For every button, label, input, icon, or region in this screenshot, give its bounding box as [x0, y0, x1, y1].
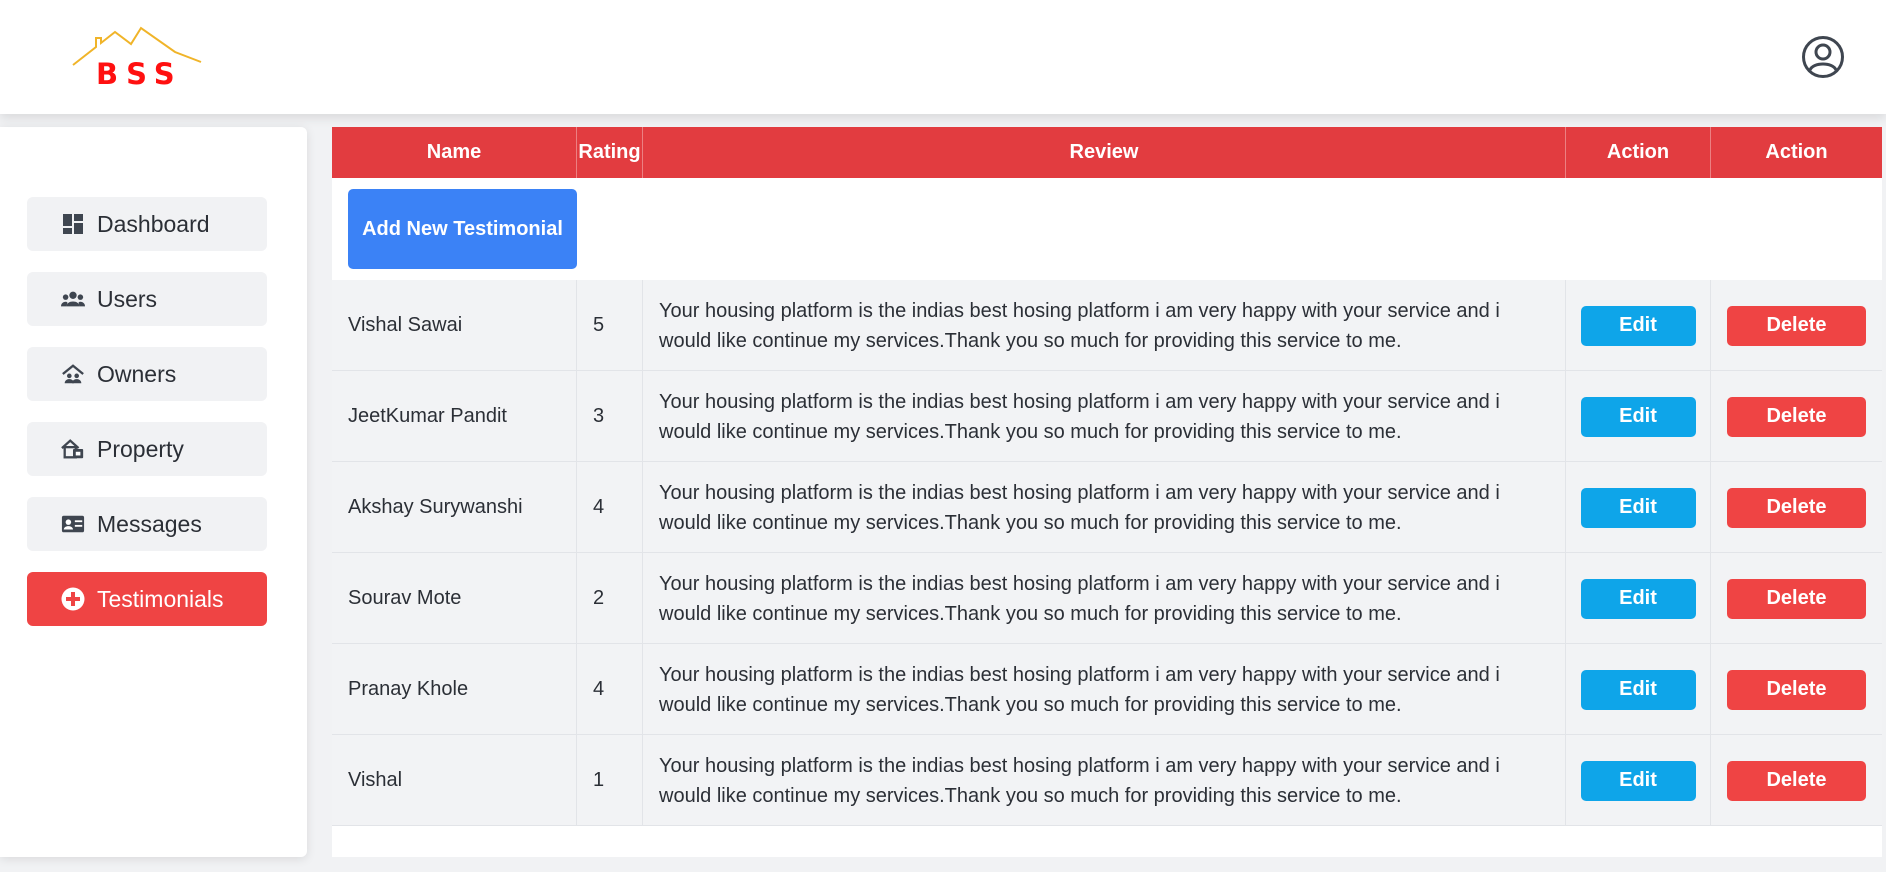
edit-button[interactable]: Edit: [1580, 305, 1696, 346]
sidebar-item-testimonials[interactable]: Testimonials: [27, 572, 267, 626]
testimonials-table: Name Rating Review Action Action Add New…: [332, 127, 1882, 857]
cell-rating: 5: [577, 280, 643, 371]
column-header-action: Action: [1566, 127, 1711, 178]
table-row: Sourav Mote 2 Your housing platform is t…: [332, 553, 1882, 644]
cell-delete: Delete: [1711, 644, 1882, 735]
sidebar-item-label: Owners: [97, 360, 177, 387]
owners-house-icon: [61, 362, 85, 386]
cell-name: Pranay Khole: [332, 644, 577, 735]
dashboard-grid-icon: [61, 212, 85, 236]
add-new-testimonial-button[interactable]: Add New Testimonial: [348, 189, 577, 269]
edit-button[interactable]: Edit: [1580, 578, 1696, 619]
sidebar-item-dashboard[interactable]: Dashboard: [27, 197, 267, 251]
cell-edit: Edit: [1566, 280, 1711, 371]
logo-text: BSS: [96, 57, 183, 91]
column-header-name: Name: [332, 127, 577, 178]
cell-rating: 4: [577, 462, 643, 553]
column-header-action: Action: [1765, 141, 1828, 163]
cell-rating: 4: [577, 644, 643, 735]
column-header-rating: Rating: [577, 127, 643, 178]
cell-name: Vishal: [332, 735, 577, 826]
property-house-icon: [61, 437, 85, 461]
table-row: Vishal Sawai 5 Your housing platform is …: [332, 280, 1882, 371]
id-card-icon: [61, 512, 85, 536]
cell-review: Your housing platform is the indias best…: [643, 280, 1566, 371]
cell-review: Your housing platform is the indias best…: [643, 371, 1566, 462]
plus-circle-icon: [61, 587, 85, 611]
cell-name: Akshay Surywanshi: [332, 462, 577, 553]
cell-name: Sourav Mote: [332, 553, 577, 644]
cell-rating: 2: [577, 553, 643, 644]
cell-edit: Edit: [1566, 371, 1711, 462]
cell-review: Your housing platform is the indias best…: [643, 644, 1566, 735]
cell-edit: Edit: [1566, 553, 1711, 644]
brand-logo[interactable]: BSS: [72, 26, 204, 94]
cell-review: Your housing platform is the indias best…: [643, 553, 1566, 644]
cell-edit: Edit: [1566, 735, 1711, 826]
delete-button[interactable]: Delete: [1727, 578, 1866, 619]
sidebar-item-label: Users: [97, 285, 158, 312]
cell-name: JeetKumar Pandit: [332, 371, 577, 462]
table-row: Akshay Surywanshi 4 Your housing platfor…: [332, 462, 1882, 553]
cell-delete: Delete: [1711, 280, 1882, 371]
edit-button[interactable]: Edit: [1580, 760, 1696, 801]
delete-button[interactable]: Delete: [1727, 669, 1866, 710]
delete-button[interactable]: Delete: [1727, 305, 1866, 346]
cell-delete: Delete: [1711, 371, 1882, 462]
cell-name: Vishal Sawai: [332, 280, 577, 371]
column-header-review: Review: [643, 127, 1566, 178]
cell-rating: 3: [577, 371, 643, 462]
edit-button[interactable]: Edit: [1580, 396, 1696, 437]
delete-button[interactable]: Delete: [1727, 396, 1866, 437]
sidebar-item-owners[interactable]: Owners: [27, 347, 267, 401]
table-row: Vishal 1 Your housing platform is the in…: [332, 735, 1882, 826]
cell-review: Your housing platform is the indias best…: [643, 735, 1566, 826]
cell-delete: Delete: [1711, 462, 1882, 553]
edit-button[interactable]: Edit: [1580, 669, 1696, 710]
delete-button[interactable]: Delete: [1727, 487, 1866, 528]
users-icon: [61, 287, 85, 311]
sidebar-item-users[interactable]: Users: [27, 272, 267, 326]
top-header: BSS: [0, 0, 1886, 114]
sidebar-item-messages[interactable]: Messages: [27, 497, 267, 551]
user-circle-icon[interactable]: [1801, 35, 1845, 79]
table-header: Name Rating Review Action Action: [332, 127, 1882, 178]
sidebar-item-label: Messages: [97, 510, 202, 537]
cell-delete: Delete: [1711, 553, 1882, 644]
sidebar-item-label: Testimonials: [97, 585, 224, 612]
cell-edit: Edit: [1566, 462, 1711, 553]
sidebar-item-label: Property: [97, 435, 184, 462]
sidebar-item-property[interactable]: Property: [27, 422, 267, 476]
edit-button[interactable]: Edit: [1580, 487, 1696, 528]
table-row: Pranay Khole 4 Your housing platform is …: [332, 644, 1882, 735]
cell-review: Your housing platform is the indias best…: [643, 462, 1566, 553]
cell-rating: 1: [577, 735, 643, 826]
cell-edit: Edit: [1566, 644, 1711, 735]
delete-button[interactable]: Delete: [1727, 760, 1866, 801]
cell-delete: Delete: [1711, 735, 1882, 826]
sidebar-item-label: Dashboard: [97, 210, 210, 237]
table-row: JeetKumar Pandit 3 Your housing platform…: [332, 371, 1882, 462]
sidebar: Dashboard Users Owners Property Messages…: [0, 127, 307, 857]
